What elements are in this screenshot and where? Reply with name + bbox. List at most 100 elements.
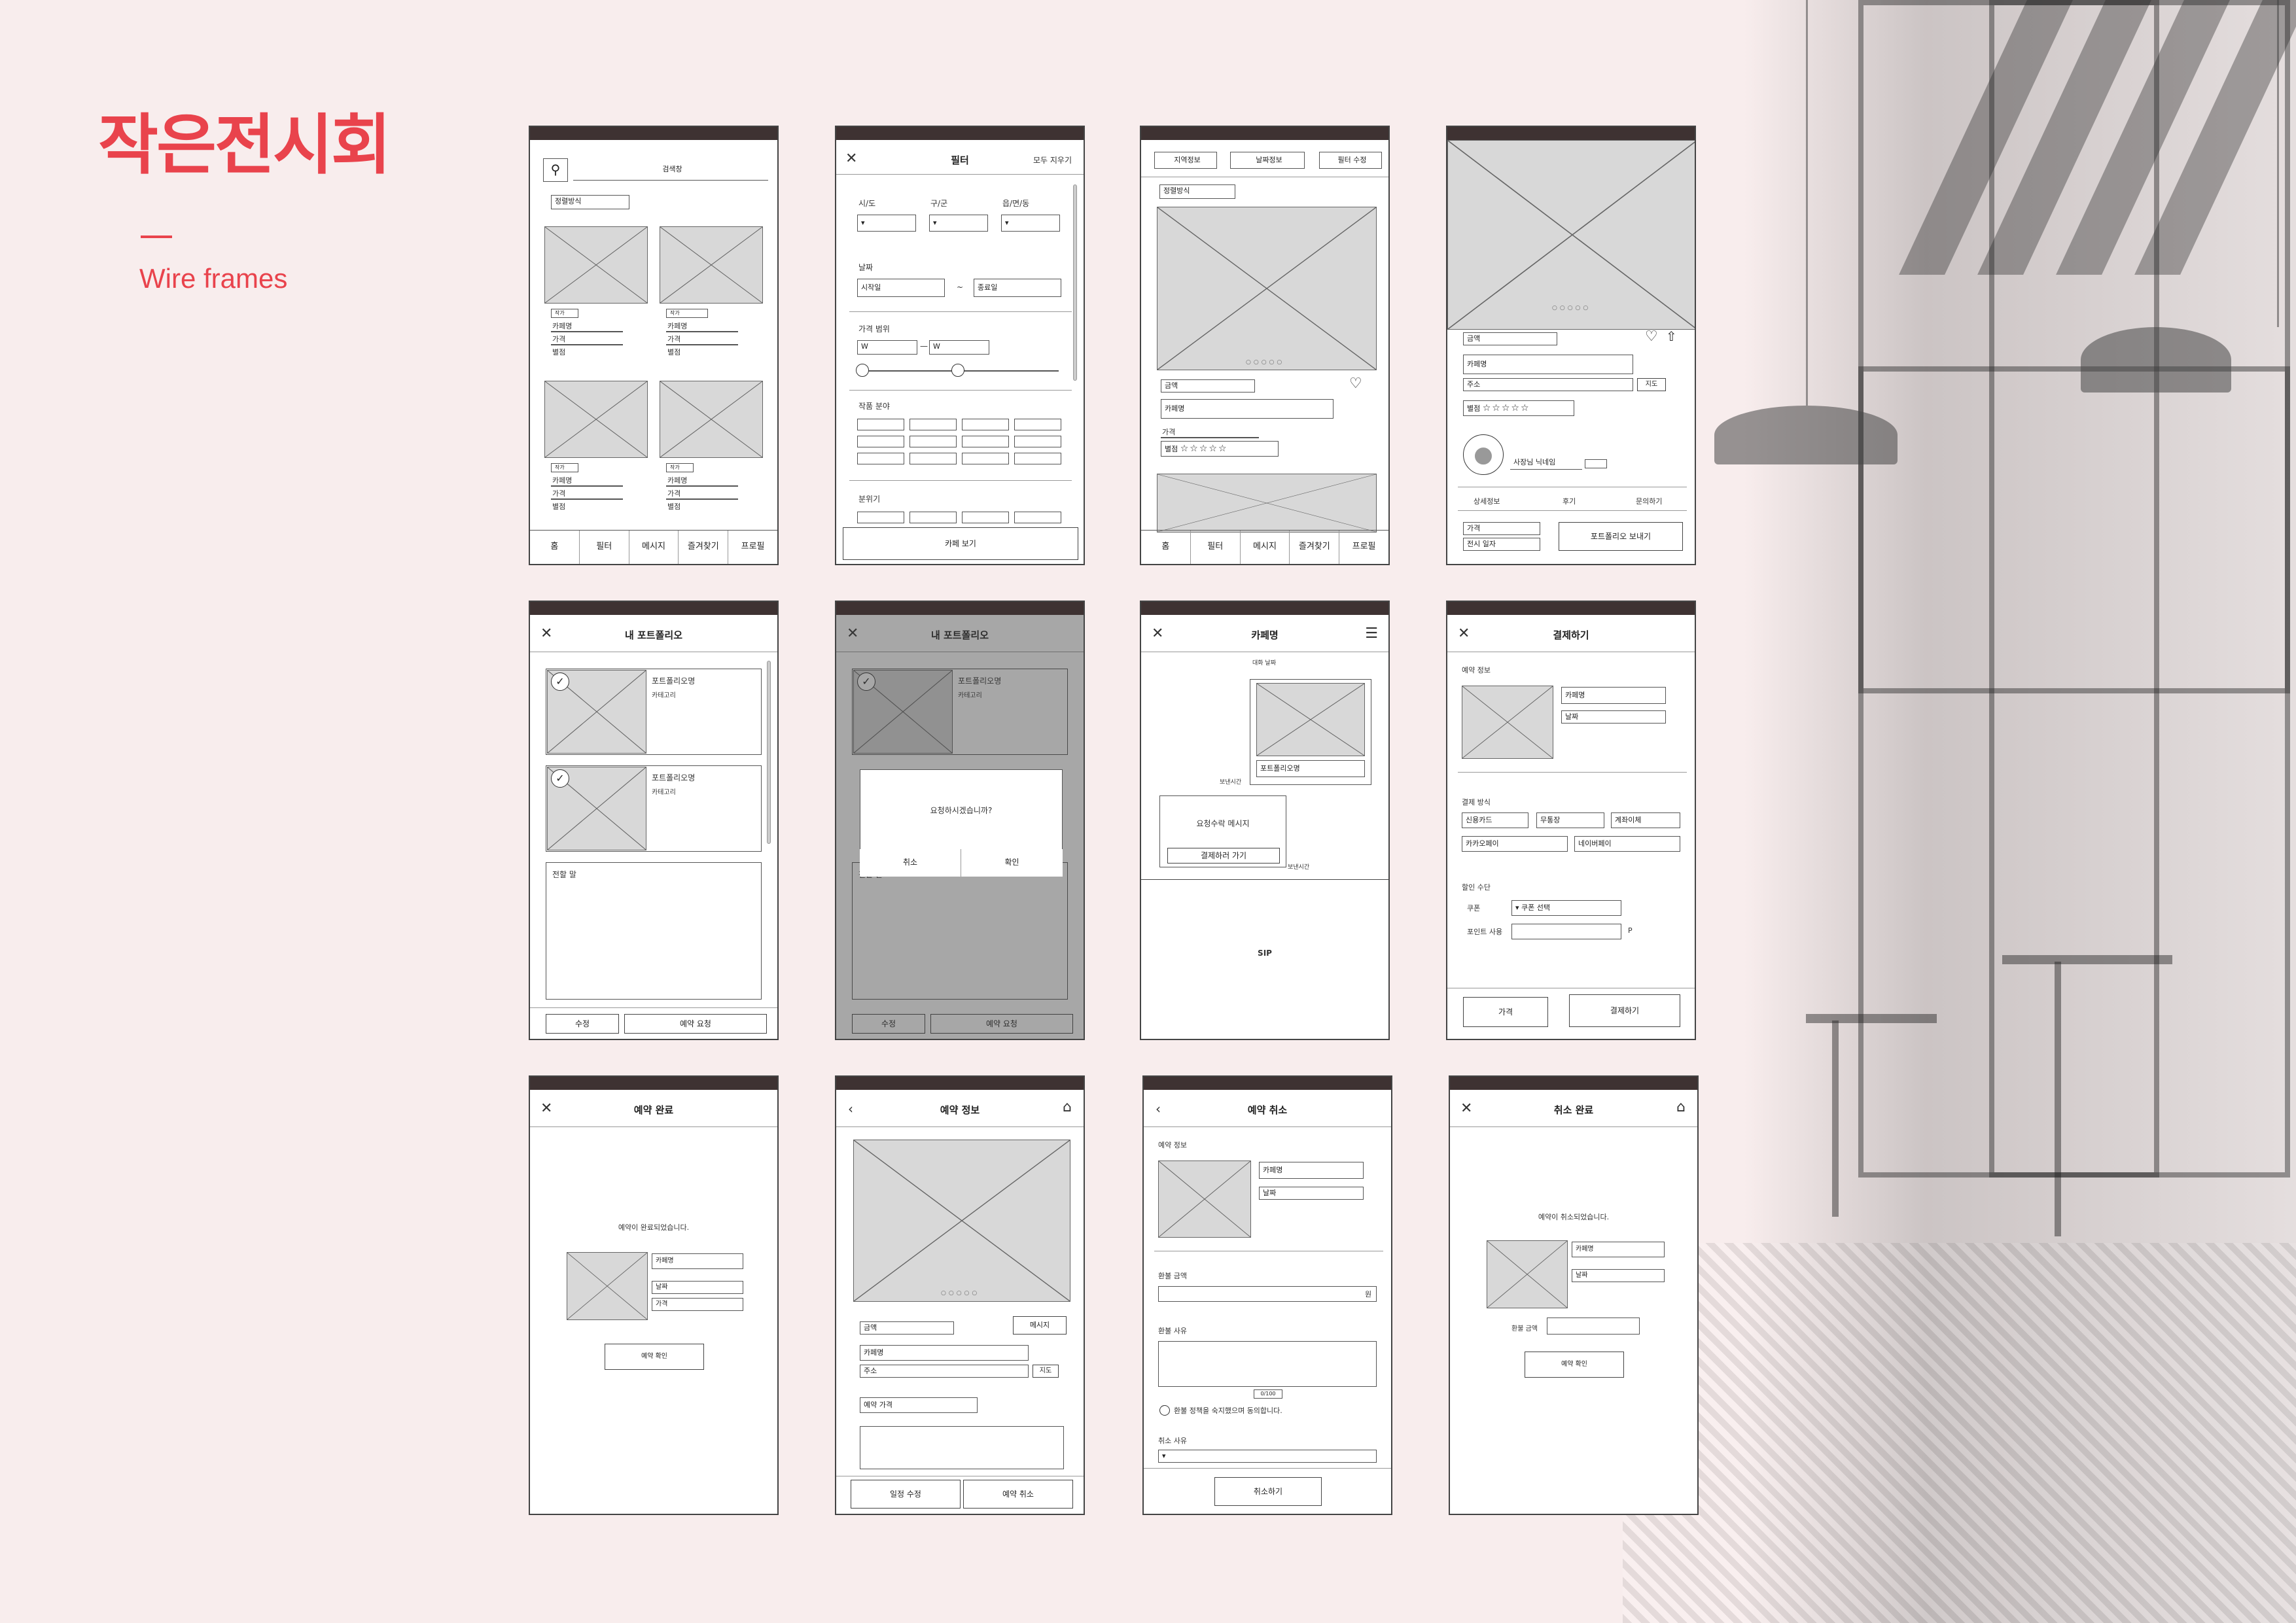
tab-filter[interactable]: 필터 [580,531,629,564]
sido-select[interactable]: ▾ [857,215,916,232]
tab-review[interactable]: 후기 [1563,496,1576,506]
max-price-input[interactable]: W [929,340,989,355]
avatar[interactable]: ● [1463,434,1504,475]
date-filter-chip[interactable]: 날짜정보 [1230,152,1305,169]
tab-inquiry[interactable]: 문의하기 [1636,496,1662,506]
check-icon[interactable]: ✓ [551,672,569,691]
refund-amount-label: 환불 금액 [1511,1325,1538,1333]
category-option[interactable] [962,436,1009,447]
dong-select[interactable]: ▾ [1001,215,1060,232]
category-option[interactable] [1014,512,1061,523]
clear-all-button[interactable]: 모두 지우기 [1033,154,1072,166]
view-cafes-button[interactable]: 카페 보기 [843,527,1078,560]
screen-chat: ✕ 카페명 ☰ 대화 날짜 포트폴리오명 보낸시간 요청수락 메시지 결제하러 … [1140,601,1390,1040]
cancel-reason-select[interactable]: ▾ [1158,1450,1377,1463]
category-option[interactable] [910,436,957,447]
tab-favorites[interactable]: 즐겨찾기 [679,531,729,564]
search-input[interactable]: 검색창 [573,160,768,181]
go-to-payment-button[interactable]: 결제하러 가기 [1167,848,1280,864]
category-option[interactable] [857,453,904,464]
cancel-reservation-button[interactable]: 예약 취소 [963,1480,1073,1509]
kakaopay-option[interactable]: 카카오페이 [1462,836,1568,852]
cafe-image[interactable] [660,226,763,304]
tab-message[interactable]: 메시지 [629,531,679,564]
soft-keyboard-area[interactable]: SIP [1141,949,1388,958]
message-textarea[interactable] [546,862,762,1000]
point-input[interactable] [1511,924,1621,939]
home-icon[interactable]: ⌂ [1676,1100,1686,1115]
pay-button[interactable]: 결제하기 [1569,994,1680,1027]
send-portfolio-button[interactable]: 포트폴리오 보내기 [1559,522,1683,551]
credit-card-option[interactable]: 신용카드 [1462,812,1528,828]
check-icon[interactable]: ✓ [551,769,569,788]
complete-message: 예약이 완료되었습니다. [618,1223,690,1232]
tab-message[interactable]: 메시지 [1241,531,1290,564]
category-option[interactable] [962,453,1009,464]
category-option[interactable] [910,419,957,430]
cafe-image[interactable] [853,1140,1070,1302]
bank-transfer-option[interactable]: 계좌이체 [1611,812,1680,828]
follow-button[interactable] [1585,459,1607,468]
scrollbar[interactable] [767,661,771,844]
category-option[interactable] [1014,436,1061,447]
check-reservation-button[interactable]: 예약 확인 [605,1344,704,1370]
cafe-image[interactable] [1157,474,1377,532]
refund-amount-input[interactable] [1158,1286,1377,1302]
start-date-input[interactable]: 시작일 [857,279,945,297]
category-option[interactable] [962,512,1009,523]
edit-schedule-button[interactable]: 일정 수정 [851,1480,961,1509]
edit-filter-chip[interactable]: 필터 수정 [1319,152,1382,169]
map-button[interactable]: 지도 [1033,1365,1059,1378]
cafe-image[interactable] [544,381,648,458]
category-option[interactable] [910,512,957,523]
category-option[interactable] [1014,453,1061,464]
edit-button[interactable]: 수정 [546,1014,619,1034]
ok-button[interactable]: 확인 [961,849,1063,877]
cancel-reason-label: 취소 사유 [1158,1437,1187,1445]
tab-favorites[interactable]: 즐겨찾기 [1290,531,1340,564]
message-button[interactable]: 메시지 [1013,1316,1067,1335]
heart-icon[interactable]: ♡ [1645,328,1658,345]
region-filter-chip[interactable]: 지역정보 [1154,152,1217,169]
share-icon[interactable]: ⇧ [1666,328,1677,344]
bank-deposit-option[interactable]: 무통장 [1536,812,1604,828]
gugun-select[interactable]: ▾ [929,215,988,232]
category-option[interactable] [857,436,904,447]
refund-reason-textarea[interactable] [1158,1341,1377,1387]
tab-profile[interactable]: 프로필 [728,531,777,564]
tab-filter[interactable]: 필터 [1191,531,1241,564]
sort-button[interactable]: 정렬방식 [1159,184,1235,199]
check-reservation-button[interactable]: 예약 확인 [1525,1352,1624,1378]
home-icon[interactable]: ⌂ [1063,1100,1072,1115]
menu-icon[interactable]: ☰ [1365,627,1378,641]
category-option[interactable] [857,419,904,430]
reserve-request-button[interactable]: 예약 요청 [624,1014,767,1034]
screen-portfolio-confirm: ✕ 내 포트폴리오 ✓ 포트폴리오명 카테고리 전할 말 수정 예약 요청 요청… [835,601,1085,1040]
cafe-image[interactable] [544,226,648,304]
end-date-input[interactable]: 종료일 [974,279,1061,297]
heart-icon[interactable]: ♡ [1349,375,1362,392]
scrollbar[interactable] [1073,184,1077,381]
slider-handle[interactable] [951,364,964,377]
tab-home[interactable]: 홈 [1141,531,1191,564]
category-option[interactable] [962,419,1009,430]
cancel-submit-button[interactable]: 취소하기 [1214,1477,1322,1506]
search-icon[interactable]: ⚲ [543,158,568,182]
category-option[interactable] [910,453,957,464]
category-option[interactable] [857,512,904,523]
cafe-image[interactable] [1447,140,1695,330]
coupon-select[interactable]: ▾ 쿠폰 선택 [1511,900,1621,916]
min-price-input[interactable]: W [857,340,917,355]
tab-profile[interactable]: 프로필 [1339,531,1388,564]
agree-checkbox[interactable] [1159,1405,1170,1416]
cafe-image[interactable] [1157,207,1377,370]
tab-detail[interactable]: 상세정보 [1474,496,1500,506]
cancel-button[interactable]: 취소 [860,849,961,877]
slider-handle[interactable] [856,364,869,377]
tab-home[interactable]: 홈 [530,531,580,564]
cafe-image[interactable] [660,381,763,458]
category-option[interactable] [1014,419,1061,430]
naverpay-option[interactable]: 네이버페이 [1574,836,1680,852]
map-button[interactable]: 지도 [1637,378,1666,391]
sort-button[interactable]: 정렬방식 [551,195,629,209]
